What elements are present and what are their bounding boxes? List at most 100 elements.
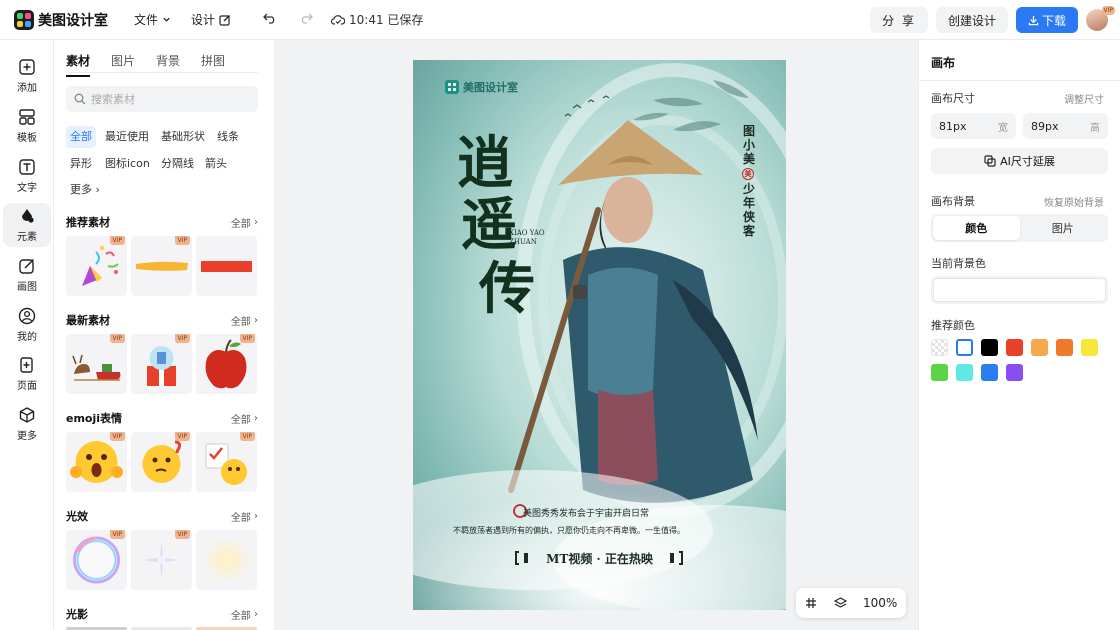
poster-title[interactable]: 逍 遥 传	[457, 132, 535, 322]
swatch-cyan[interactable]	[956, 364, 973, 381]
asset-red-apple[interactable]: VIP	[196, 334, 257, 394]
current-bg-color-field[interactable]	[931, 276, 1108, 304]
see-all-emoji[interactable]: 全部 ›	[231, 411, 258, 426]
swatch-black[interactable]	[981, 339, 998, 356]
chip-dividers[interactable]: 分隔线	[157, 153, 198, 175]
resize-link[interactable]: 调整尺寸	[1064, 91, 1104, 106]
tab-images[interactable]: 图片	[111, 52, 135, 77]
tab-collage[interactable]: 拼图	[201, 52, 225, 77]
asset-glow[interactable]	[196, 530, 257, 590]
draw-icon	[19, 258, 35, 274]
brand-logo[interactable]: 美图设计室	[14, 9, 108, 30]
current-bg-color-swatch	[933, 278, 1106, 302]
zoom-level[interactable]: 100%	[863, 596, 897, 610]
swatch-green[interactable]	[931, 364, 948, 381]
seg-color[interactable]: 颜色	[933, 216, 1020, 240]
rail-item-mine[interactable]: 我的	[3, 303, 51, 347]
poster-brand[interactable]: 美图设计室	[445, 79, 518, 95]
grid-toggle[interactable]	[805, 597, 817, 609]
see-all-recommended[interactable]: 全部 ›	[231, 215, 258, 230]
canvas-size-label: 画布尺寸	[931, 92, 975, 105]
asset-brush-stroke[interactable]: VIP	[131, 236, 192, 296]
create-design-button[interactable]: 创建设计	[935, 7, 1008, 33]
swatch-white[interactable]	[956, 339, 973, 356]
share-button[interactable]: 分 享	[870, 7, 928, 33]
poster-tagline-2[interactable]: 不羁放荡者遇到所有的偏执，只愿你仍走向不再卑微。一生值得。	[453, 525, 685, 536]
file-menu[interactable]: 文件	[134, 11, 171, 28]
chip-more[interactable]: 更多 ›	[66, 179, 104, 201]
chip-irregular[interactable]: 异形	[66, 153, 96, 175]
asset-emoji-thinking[interactable]: VIP	[131, 432, 192, 492]
swatch-light-orange[interactable]	[1031, 339, 1048, 356]
chip-all[interactable]: 全部	[66, 126, 96, 148]
rail-item-draw[interactable]: 画图	[3, 253, 51, 297]
chip-lines[interactable]: 线条	[213, 126, 243, 148]
avatar[interactable]: VIP	[1086, 6, 1115, 31]
chip-arrows[interactable]: 箭头	[201, 153, 231, 175]
rail-item-pages[interactable]: 页面	[3, 352, 51, 396]
rail-label-mine: 我的	[17, 332, 37, 343]
chip-basic-shapes[interactable]: 基础形状	[157, 126, 209, 148]
tab-backgrounds[interactable]: 背景	[156, 52, 180, 77]
height-value: 89px	[1031, 119, 1059, 133]
layers-button[interactable]	[834, 596, 847, 610]
ai-extend-button[interactable]: AI尺寸延展	[931, 148, 1108, 174]
width-field[interactable]: 81px 宽	[931, 113, 1016, 139]
chevron-down-icon	[163, 17, 170, 22]
swatch-purple[interactable]	[1006, 364, 1023, 381]
asset-sparkle[interactable]: VIP	[131, 530, 192, 590]
chip-recent[interactable]: 最近使用	[101, 126, 153, 148]
logo-icon	[14, 9, 34, 30]
canvas-inspector: 画布 画布尺寸 调整尺寸 81px 宽 89px 高 AI尺寸延展 画布背景 恢…	[918, 40, 1120, 630]
see-all-latest[interactable]: 全部 ›	[231, 313, 258, 328]
section-title-light-effects: 光效	[66, 510, 88, 523]
poster-credit-vertical[interactable]: 图小美 美 少年侠客	[742, 124, 756, 238]
rail-item-more[interactable]: 更多	[3, 402, 51, 446]
seg-image[interactable]: 图片	[1020, 216, 1107, 240]
swatch-transparent[interactable]	[931, 339, 948, 356]
zoom-toolbar: 100%	[796, 588, 906, 618]
reindeer-sleigh-icon	[72, 354, 121, 381]
asset-emoji-checklist[interactable]: VIP	[196, 432, 257, 492]
chip-more-label: 更多	[70, 183, 92, 196]
rail-label-more: 更多	[17, 431, 37, 442]
swatch-yellow[interactable]	[1081, 339, 1098, 356]
see-all-light-shadow[interactable]: 全部 ›	[231, 607, 258, 622]
height-field[interactable]: 89px 高	[1023, 113, 1108, 139]
swatch-blue[interactable]	[981, 364, 998, 381]
vip-badge: VIP	[109, 432, 125, 441]
asset-rainbow-ring[interactable]: VIP	[66, 530, 127, 590]
vip-badge: VIP	[239, 334, 255, 343]
edit-icon	[219, 14, 230, 26]
rail-item-text[interactable]: 文字	[3, 154, 51, 198]
left-rail: 添加 模板 文字 元素 画图 我的 页面 更多	[0, 40, 54, 630]
download-button[interactable]: 下载	[1016, 7, 1078, 33]
asset-red-bar[interactable]	[196, 236, 257, 296]
ai-extend-label: AI尺寸延展	[1000, 155, 1055, 168]
see-all-light-effects[interactable]: 全部 ›	[231, 509, 258, 524]
swatch-red[interactable]	[1006, 339, 1023, 356]
redo-button[interactable]	[299, 12, 313, 27]
poster-banner[interactable]: MT视频 · 正在热映	[531, 550, 668, 567]
rail-item-templates[interactable]: 模板	[3, 104, 51, 148]
credit-seal-char: 美	[744, 169, 752, 178]
poster-canvas[interactable]: 美图设计室 逍 遥 传 XIAO YAO ZHUAN 图小美 美 少年侠客 美图…	[413, 60, 786, 610]
download-icon	[1028, 15, 1039, 25]
height-unit: 高	[1090, 122, 1100, 134]
swatch-orange[interactable]	[1056, 339, 1073, 356]
rail-item-elements[interactable]: 元素	[3, 203, 51, 247]
undo-button[interactable]	[263, 12, 277, 27]
reset-bg-link[interactable]: 恢复原始背景	[1044, 194, 1104, 209]
design-menu[interactable]: 设计	[191, 11, 231, 28]
asset-party-popper[interactable]: VIP	[66, 236, 127, 296]
see-all-label: 全部	[230, 512, 251, 524]
tab-materials[interactable]: 素材	[66, 52, 91, 77]
poster-tagline-1[interactable]: 美图秀秀发布会于宇宙开启日常	[523, 506, 649, 519]
search-input[interactable]: 搜索素材	[66, 86, 258, 112]
asset-emoji-shocked[interactable]: VIP	[66, 432, 127, 492]
ai-resize-icon	[984, 155, 996, 167]
chip-icons[interactable]: 图标icon	[101, 153, 154, 175]
asset-reindeer-sleigh[interactable]: VIP	[66, 334, 127, 394]
rail-item-add[interactable]: 添加	[3, 54, 51, 98]
asset-gift-globe[interactable]: VIP	[131, 334, 192, 394]
